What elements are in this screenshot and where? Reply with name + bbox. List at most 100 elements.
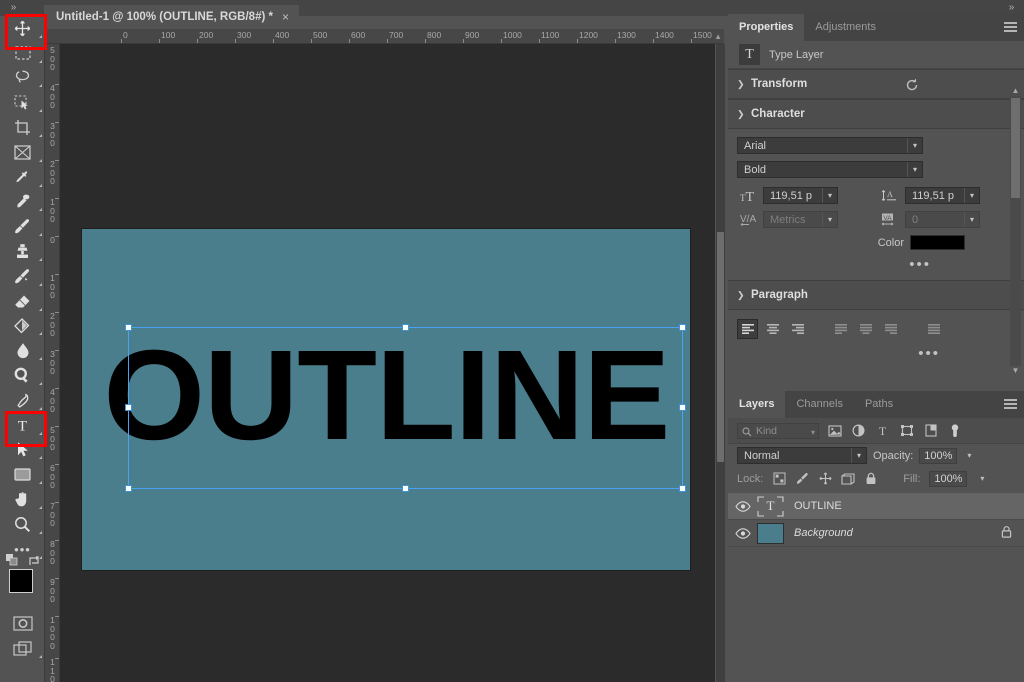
eyedropper-tool[interactable]: [0, 165, 45, 190]
chevron-down-icon[interactable]: ▾: [964, 212, 979, 227]
font-style-select[interactable]: Bold ▾: [737, 161, 923, 178]
tab-properties[interactable]: Properties: [728, 14, 804, 41]
chevron-down-icon[interactable]: ▾: [963, 451, 975, 460]
canvas-vertical-scrollbar[interactable]: [716, 44, 725, 682]
document-tab[interactable]: Untitled-1 @ 100% (OUTLINE, RGB/8#) * ×: [44, 5, 299, 29]
close-icon[interactable]: ×: [282, 5, 289, 29]
handle-top-center[interactable]: [402, 324, 409, 331]
scroll-down-icon[interactable]: ▼: [1010, 366, 1021, 376]
swap-colors-icon[interactable]: [27, 554, 41, 568]
chevron-down-icon[interactable]: ▾: [907, 138, 922, 153]
quick-mask-icon[interactable]: [0, 612, 45, 637]
chevron-down-icon[interactable]: ▾: [822, 212, 837, 227]
reset-icon[interactable]: [904, 77, 920, 96]
chevron-down-icon[interactable]: ▾: [822, 188, 837, 203]
justify-last-left-button[interactable]: [830, 319, 851, 339]
handle-middle-right[interactable]: [679, 404, 686, 411]
canvas-scrollbar-thumb[interactable]: [717, 232, 724, 462]
lock-all-icon[interactable]: [864, 472, 878, 486]
ruler-chevron-icon[interactable]: ▲: [714, 32, 722, 41]
color-swatches[interactable]: [0, 564, 45, 612]
justify-all-button[interactable]: [923, 319, 944, 339]
section-paragraph[interactable]: ❯ Paragraph: [728, 280, 1024, 310]
justify-last-right-button[interactable]: [880, 319, 901, 339]
horizontal-ruler[interactable]: 0 100 200 300 400 500 600 700 800 900 10…: [45, 29, 724, 44]
layer-name[interactable]: OUTLINE: [784, 500, 1024, 512]
object-selection-tool[interactable]: [0, 90, 45, 115]
font-size-input[interactable]: 119,51 p ▾: [763, 187, 838, 204]
align-right-button[interactable]: [787, 319, 808, 339]
pen-tool[interactable]: [0, 388, 45, 413]
properties-scroll-thumb[interactable]: [1011, 98, 1020, 198]
align-left-button[interactable]: [737, 319, 758, 339]
chevron-down-icon[interactable]: ▾: [976, 474, 988, 483]
tab-layers[interactable]: Layers: [728, 391, 785, 418]
layer-kind-select[interactable]: Kind ▾: [737, 423, 819, 439]
tab-adjustments[interactable]: Adjustments: [804, 14, 887, 41]
chevron-down-icon[interactable]: ▾: [811, 428, 815, 437]
panel-menu-icon[interactable]: [1004, 22, 1017, 33]
handle-top-right[interactable]: [679, 324, 686, 331]
rectangular-marquee-tool[interactable]: [0, 41, 45, 66]
lasso-tool[interactable]: [0, 66, 45, 91]
eye-icon[interactable]: [728, 501, 757, 512]
lock-artboard-icon[interactable]: [841, 472, 855, 486]
panel-menu-icon[interactable]: [1004, 399, 1017, 410]
move-tool[interactable]: [0, 16, 45, 41]
section-transform[interactable]: ❯ Transform: [728, 69, 1024, 99]
handle-bottom-center[interactable]: [402, 485, 409, 492]
document-canvas[interactable]: OUTLINE: [81, 228, 691, 571]
transform-bounding-box[interactable]: [128, 327, 683, 489]
chevron-down-icon[interactable]: ▾: [907, 162, 922, 177]
canvas-stage[interactable]: OUTLINE: [60, 44, 715, 682]
justify-last-center-button[interactable]: [855, 319, 876, 339]
default-colors-icon[interactable]: [6, 554, 18, 566]
screen-mode-icon[interactable]: [0, 636, 45, 661]
blur-tool[interactable]: [0, 338, 45, 363]
chevron-down-icon[interactable]: ▾: [964, 188, 979, 203]
lock-image-pixels-icon[interactable]: [795, 472, 809, 486]
brush-tool[interactable]: [0, 214, 45, 239]
zoom-tool[interactable]: [0, 512, 45, 537]
rectangle-tool[interactable]: [0, 462, 45, 487]
blend-mode-select[interactable]: Normal ▾: [737, 447, 867, 464]
chevron-down-icon[interactable]: ❯: [737, 109, 751, 120]
filter-toggle-icon[interactable]: [946, 423, 963, 439]
filter-shape-icon[interactable]: [898, 423, 915, 439]
fill-input[interactable]: 100%: [929, 471, 967, 487]
gradient-tool[interactable]: [0, 314, 45, 339]
kerning-input[interactable]: Metrics ▾: [763, 211, 838, 228]
layer-thumbnail-background[interactable]: [757, 523, 784, 544]
section-character[interactable]: ❯ Character: [728, 99, 1024, 129]
layer-name[interactable]: Background: [784, 527, 1001, 539]
filter-image-icon[interactable]: [826, 423, 843, 439]
history-brush-tool[interactable]: [0, 264, 45, 289]
spot-healing-brush-tool[interactable]: [0, 190, 45, 215]
font-family-select[interactable]: Arial ▾: [737, 137, 923, 154]
handle-bottom-left[interactable]: [125, 485, 132, 492]
tab-paths[interactable]: Paths: [854, 391, 904, 418]
clone-stamp-tool[interactable]: [0, 239, 45, 264]
vertical-ruler[interactable]: 500 400 300 200 100 0 100 200 300 400 50…: [45, 44, 60, 682]
type-tool[interactable]: T: [0, 413, 45, 438]
tab-channels[interactable]: Channels: [785, 391, 853, 418]
handle-top-left[interactable]: [125, 324, 132, 331]
hand-tool[interactable]: [0, 487, 45, 512]
foreground-color-swatch[interactable]: [9, 569, 33, 593]
character-more-options[interactable]: •••: [737, 256, 1015, 280]
crop-tool[interactable]: [0, 115, 45, 140]
filter-type-icon[interactable]: T: [874, 423, 891, 439]
paragraph-more-options[interactable]: •••: [728, 341, 1024, 369]
handle-middle-left[interactable]: [125, 404, 132, 411]
scroll-up-icon[interactable]: ▲: [1010, 86, 1021, 96]
text-color-swatch[interactable]: [910, 235, 965, 250]
dodge-tool[interactable]: [0, 363, 45, 388]
chevron-down-icon[interactable]: ❯: [737, 290, 751, 301]
tracking-input[interactable]: 0 ▾: [905, 211, 980, 228]
align-center-button[interactable]: [762, 319, 783, 339]
handle-bottom-right[interactable]: [679, 485, 686, 492]
filter-adjustment-icon[interactable]: [850, 423, 867, 439]
lock-position-icon[interactable]: [818, 472, 832, 486]
opacity-input[interactable]: 100%: [919, 448, 957, 464]
chevron-down-icon[interactable]: ▾: [851, 448, 866, 463]
